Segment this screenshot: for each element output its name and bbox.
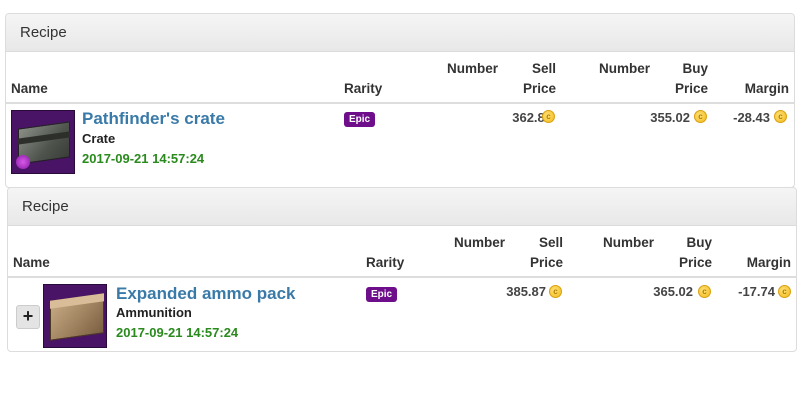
item-date: 2017-09-21 14:57:24 xyxy=(116,325,239,340)
margin-value: -28.43 xyxy=(733,110,770,125)
col-header-sell-price-line2: Price xyxy=(522,81,556,96)
item-name-link[interactable]: Pathfinder's crate xyxy=(82,109,225,129)
expand-button[interactable]: + xyxy=(16,305,40,329)
coin-icon: c xyxy=(549,285,562,298)
sell-price-value: 362.88 xyxy=(512,110,552,125)
coin-icon: c xyxy=(774,110,787,123)
col-header-buy-price-line1: Buy xyxy=(682,61,708,76)
item-name-link[interactable]: Expanded ammo pack xyxy=(116,284,296,304)
col-header-buy-price-line1: Buy xyxy=(686,235,712,250)
header-divider xyxy=(6,102,794,104)
buy-price-value: 355.02 xyxy=(650,110,690,125)
rarity-badge: Epic xyxy=(366,287,398,302)
ammo-box-icon[interactable] xyxy=(43,284,107,348)
margin-value: -17.74 xyxy=(738,284,775,299)
panel-heading: Recipe xyxy=(6,14,794,52)
header-divider xyxy=(8,276,796,278)
crate-icon[interactable] xyxy=(11,110,75,174)
sell-price-value: 385.87 xyxy=(506,284,546,299)
col-header-margin: Margin xyxy=(746,255,791,270)
item-category: Crate xyxy=(82,131,116,146)
col-header-sell-number: Number xyxy=(447,61,499,76)
coin-icon: c xyxy=(542,110,555,123)
col-header-rarity: Rarity xyxy=(344,81,383,96)
col-header-buy-number: Number xyxy=(599,61,651,76)
buy-price-value: 365.02 xyxy=(653,284,693,299)
col-header-buy-price-line2: Price xyxy=(678,255,712,270)
recipe-panel-2: Recipe Name Rarity Number Sell Price Num… xyxy=(7,187,797,352)
col-header-sell-price-line1: Sell xyxy=(531,61,556,76)
col-header-sell-price-line1: Sell xyxy=(538,235,563,250)
col-header-sell-price-line2: Price xyxy=(529,255,563,270)
col-header-sell-number: Number xyxy=(454,235,506,250)
item-date: 2017-09-21 14:57:24 xyxy=(82,151,205,166)
coin-icon: c xyxy=(778,285,791,298)
item-category: Ammunition xyxy=(116,305,192,320)
recipe-panel-1: Recipe Name Rarity Number Sell Price Num… xyxy=(5,13,795,188)
col-header-buy-number: Number xyxy=(603,235,655,250)
col-header-name: Name xyxy=(13,255,50,270)
col-header-rarity: Rarity xyxy=(366,255,405,270)
rarity-badge: Epic xyxy=(344,112,376,127)
col-header-buy-price-line2: Price xyxy=(674,81,708,96)
col-header-name: Name xyxy=(11,81,48,96)
col-header-margin: Margin xyxy=(744,81,789,96)
panel-heading: Recipe xyxy=(8,188,796,226)
